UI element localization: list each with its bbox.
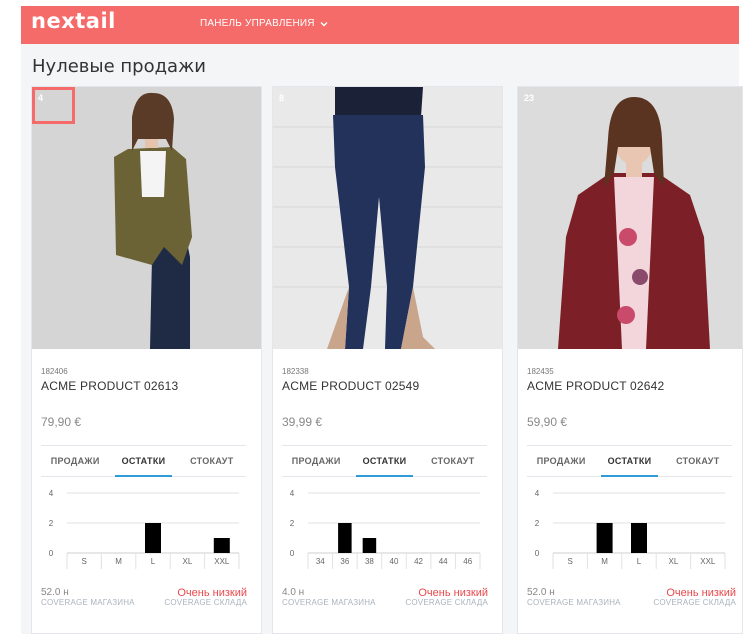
x-tick-label: XL bbox=[183, 557, 193, 566]
chevron-down-icon bbox=[320, 21, 328, 26]
tab-stock[interactable]: ОСТАТКИ bbox=[595, 446, 663, 477]
product-name[interactable]: ACME PRODUCT 02549 bbox=[282, 379, 419, 393]
x-tick-label: XXL bbox=[214, 557, 230, 566]
product-photo[interactable]: 4 bbox=[32, 87, 261, 349]
product-price: 39,99 € bbox=[282, 415, 323, 429]
y-tick-label: 2 bbox=[290, 519, 295, 528]
x-tick-label: XL bbox=[669, 557, 679, 566]
card-tabs: ПРОДАЖИ ОСТАТКИ СТОКАУТ bbox=[527, 445, 732, 477]
stock-bar[interactable] bbox=[338, 523, 352, 553]
coverage-store-value: 52.0 н bbox=[41, 587, 69, 598]
tab-stockout[interactable]: СТОКАУТ bbox=[419, 446, 487, 476]
x-tick-label: 40 bbox=[390, 557, 399, 566]
coverage-warehouse-label: COVERAGE СКЛАДА bbox=[164, 598, 247, 607]
coverage-store-label: COVERAGE МАГАЗИНА bbox=[282, 598, 376, 607]
model-photo-red-cardigan bbox=[518, 87, 742, 349]
tab-stock[interactable]: ОСТАТКИ bbox=[109, 446, 177, 477]
coverage-warehouse-label: COVERAGE СКЛАДА bbox=[405, 598, 488, 607]
product-sku: 182406 bbox=[41, 367, 68, 376]
tab-sales[interactable]: ПРОДАЖИ bbox=[282, 446, 350, 476]
coverage-store-value: 52.0 н bbox=[527, 587, 555, 598]
y-tick-label: 0 bbox=[49, 549, 54, 558]
product-name[interactable]: ACME PRODUCT 02642 bbox=[527, 379, 664, 393]
top-bar: nextail ПАНЕЛЬ УПРАВЛЕНИЯ bbox=[21, 6, 739, 44]
dashboard-menu-label: ПАНЕЛЬ УПРАВЛЕНИЯ bbox=[200, 18, 315, 29]
x-tick-label: L bbox=[637, 557, 642, 566]
stock-bar-chart: 0 2 4 S M L XL XXL bbox=[49, 489, 240, 569]
product-price: 59,90 € bbox=[527, 415, 568, 429]
coverage-store-label: COVERAGE МАГАЗИНА bbox=[527, 598, 621, 607]
stock-bar-chart: 0 2 4 34 36 38 40 42 44 46 bbox=[290, 489, 481, 569]
y-tick-label: 4 bbox=[49, 489, 54, 498]
x-tick-label: 36 bbox=[340, 557, 349, 566]
product-sku: 182338 bbox=[282, 367, 309, 376]
tab-stock[interactable]: ОСТАТКИ bbox=[350, 446, 418, 477]
page-title: Нулевые продажи bbox=[32, 56, 206, 77]
product-sku: 182435 bbox=[527, 367, 554, 376]
x-tick-label: S bbox=[568, 557, 573, 566]
stock-bar[interactable] bbox=[631, 523, 647, 553]
rank-badge: 23 bbox=[524, 93, 535, 103]
stock-bar-chart: 0 2 4 S M L XL XXL bbox=[535, 489, 726, 569]
stock-bar[interactable] bbox=[213, 538, 230, 553]
y-tick-label: 4 bbox=[290, 489, 295, 498]
tab-sales[interactable]: ПРОДАЖИ bbox=[527, 446, 595, 476]
stock-bar[interactable] bbox=[145, 523, 161, 553]
model-photo-olive-jacket bbox=[32, 87, 261, 349]
product-price: 79,90 € bbox=[41, 415, 82, 429]
card-tabs: ПРОДАЖИ ОСТАТКИ СТОКАУТ bbox=[41, 445, 246, 477]
y-tick-label: 2 bbox=[49, 519, 54, 528]
x-tick-label: S bbox=[82, 557, 87, 566]
product-card[interactable]: 8 182338 ACME PRODUCT 02549 39,99 € ПРОД… bbox=[272, 86, 503, 634]
product-name[interactable]: ACME PRODUCT 02613 bbox=[41, 379, 178, 393]
coverage-warehouse-label: COVERAGE СКЛАДА bbox=[653, 598, 736, 607]
x-tick-label: 46 bbox=[463, 557, 472, 566]
product-photo[interactable]: 8 bbox=[273, 87, 502, 349]
dashboard-menu[interactable]: ПАНЕЛЬ УПРАВЛЕНИЯ bbox=[200, 18, 329, 29]
coverage-store-label: COVERAGE МАГАЗИНА bbox=[41, 598, 135, 607]
x-tick-label: 42 bbox=[414, 557, 423, 566]
y-tick-label: 0 bbox=[535, 549, 540, 558]
stock-bar[interactable] bbox=[596, 523, 613, 553]
x-tick-label: M bbox=[601, 557, 608, 566]
x-tick-label: 44 bbox=[439, 557, 448, 566]
tab-stockout[interactable]: СТОКАУТ bbox=[664, 446, 732, 476]
model-photo-jeans bbox=[273, 87, 502, 349]
y-tick-label: 0 bbox=[290, 549, 295, 558]
y-tick-label: 4 bbox=[535, 489, 540, 498]
card-tabs: ПРОДАЖИ ОСТАТКИ СТОКАУТ bbox=[282, 445, 487, 477]
rank-badge: 8 bbox=[279, 93, 285, 103]
x-tick-label: M bbox=[115, 557, 122, 566]
x-tick-label: 34 bbox=[316, 557, 325, 566]
tab-stockout[interactable]: СТОКАУТ bbox=[178, 446, 246, 476]
coverage-store-value: 4.0 н bbox=[282, 587, 305, 598]
product-photo[interactable]: 23 bbox=[518, 87, 742, 349]
product-card[interactable]: 23 182435 ACME PRODUCT 02642 59,90 € ПРО… bbox=[517, 86, 743, 634]
product-card[interactable]: 4 182406 ACME PRODUCT 02613 79,90 € ПРОД… bbox=[31, 86, 262, 634]
x-tick-label: 38 bbox=[365, 557, 374, 566]
tab-sales[interactable]: ПРОДАЖИ bbox=[41, 446, 109, 476]
stock-bar[interactable] bbox=[362, 538, 377, 553]
x-tick-label: XXL bbox=[700, 557, 716, 566]
nextail-logo[interactable]: nextail bbox=[31, 9, 116, 33]
x-tick-label: L bbox=[151, 557, 156, 566]
y-tick-label: 2 bbox=[535, 519, 540, 528]
selection-highlight bbox=[32, 87, 75, 124]
